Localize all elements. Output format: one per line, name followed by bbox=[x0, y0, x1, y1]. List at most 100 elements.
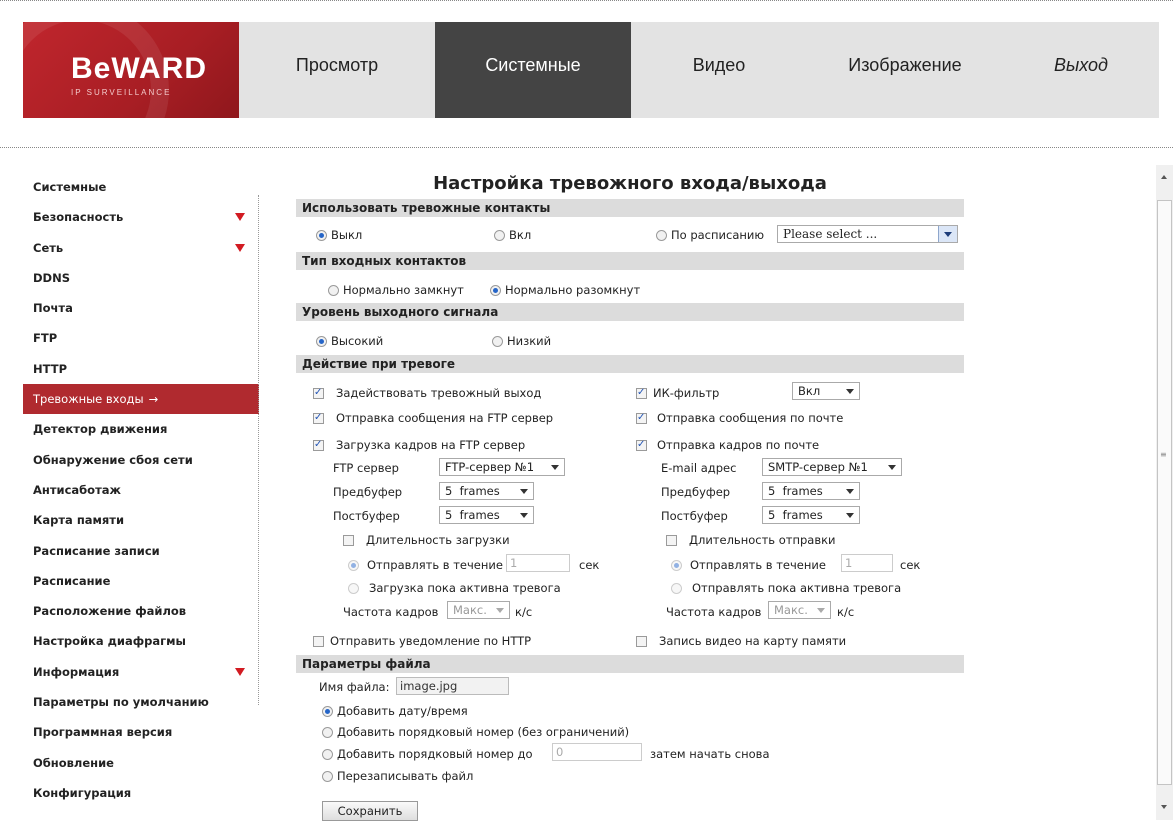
dropdown-arrow-icon[interactable] bbox=[846, 489, 854, 494]
sidebar-item-schedule[interactable]: Расписание bbox=[23, 566, 259, 596]
dropdown-arrow-icon[interactable] bbox=[938, 226, 957, 242]
radio-send-while-alarm[interactable]: Отправлять пока активна тревога bbox=[671, 580, 901, 596]
radio-level-low[interactable]: Низкий bbox=[492, 333, 551, 349]
tab-image[interactable]: Изображение bbox=[807, 22, 1003, 118]
scroll-down-icon[interactable] bbox=[1161, 805, 1167, 809]
radio-normally-open[interactable]: Нормально разомкнут bbox=[490, 282, 640, 298]
radio-button[interactable] bbox=[494, 230, 505, 241]
scroll-thumb[interactable] bbox=[1157, 200, 1172, 785]
sidebar-item-mail[interactable]: Почта bbox=[23, 293, 259, 323]
radio-button[interactable] bbox=[328, 285, 339, 296]
radio-upload-while-alarm[interactable]: Загрузка пока активна тревога bbox=[348, 580, 561, 596]
radio-add-seq-unlimited[interactable]: Добавить порядковый номер (без ограничен… bbox=[322, 724, 629, 740]
checkbox[interactable] bbox=[313, 410, 324, 426]
radio-button[interactable] bbox=[322, 771, 333, 782]
mail-prebuffer-select[interactable]: 5 frames bbox=[762, 482, 860, 500]
ftp-postbuffer-select[interactable]: 5 frames bbox=[439, 506, 534, 524]
radio-add-seq-to[interactable]: Добавить порядковый номер до bbox=[322, 746, 532, 762]
expand-caret-icon[interactable] bbox=[235, 243, 245, 252]
checkbox[interactable] bbox=[313, 385, 324, 401]
tab-view[interactable]: Просмотр bbox=[239, 22, 435, 118]
sidebar-item-iris[interactable]: Настройка диафрагмы bbox=[23, 626, 259, 656]
scroll-up-icon[interactable] bbox=[1161, 175, 1167, 179]
vertical-scrollbar[interactable]: ≡ bbox=[1156, 165, 1173, 820]
checkbox[interactable] bbox=[666, 535, 677, 546]
ir-filter-select[interactable]: Вкл bbox=[792, 382, 860, 400]
checkbox-ftp-message[interactable]: Отправка сообщения на FTP сервер bbox=[313, 410, 553, 426]
sidebar-item-ftp[interactable]: FTP bbox=[23, 323, 259, 353]
radio-button[interactable] bbox=[322, 749, 333, 760]
tab-logout[interactable]: Выход bbox=[1003, 22, 1159, 118]
checkbox[interactable] bbox=[343, 535, 354, 546]
dropdown-arrow-icon[interactable] bbox=[496, 608, 504, 613]
dropdown-arrow-icon[interactable] bbox=[551, 465, 559, 470]
radio-add-datetime[interactable]: Добавить дату/время bbox=[322, 703, 468, 719]
checkbox-mail-frames[interactable]: Отправка кадров по почте bbox=[636, 437, 819, 453]
radio-button[interactable] bbox=[316, 230, 327, 241]
ftp-prebuffer-select[interactable]: 5 frames bbox=[439, 482, 534, 500]
radio-button[interactable] bbox=[671, 560, 682, 571]
radio-contacts-off[interactable]: Выкл bbox=[316, 227, 362, 243]
radio-button[interactable] bbox=[671, 583, 682, 594]
radio-overwrite[interactable]: Перезаписывать файл bbox=[322, 768, 473, 784]
mail-frame-rate-select[interactable]: Макс. bbox=[768, 601, 831, 619]
checkbox[interactable] bbox=[636, 410, 647, 426]
expand-caret-icon[interactable] bbox=[235, 213, 245, 222]
sidebar-item-firmware[interactable]: Программная версия bbox=[23, 717, 259, 747]
radio-level-high[interactable]: Высокий bbox=[316, 333, 383, 349]
tab-video[interactable]: Видео bbox=[631, 22, 807, 118]
checkbox[interactable] bbox=[636, 636, 647, 647]
checkbox[interactable] bbox=[313, 437, 324, 453]
email-server-select[interactable]: SMTP-сервер №1 bbox=[762, 458, 902, 476]
checkbox-http-notify[interactable]: Отправить уведомление по HTTP bbox=[313, 633, 531, 649]
sidebar-item-memory-card[interactable]: Карта памяти bbox=[23, 505, 259, 535]
radio-mail-send-during[interactable]: Отправлять в течение bbox=[671, 557, 826, 573]
schedule-select[interactable]: Please select ... bbox=[777, 225, 958, 243]
seq-max-input[interactable]: 0 bbox=[552, 743, 642, 761]
ftp-frame-rate-select[interactable]: Макс. bbox=[447, 601, 510, 619]
sidebar-item-http[interactable]: HTTP bbox=[23, 354, 259, 384]
file-name-input[interactable]: image.jpg bbox=[396, 677, 509, 695]
dropdown-arrow-icon[interactable] bbox=[846, 389, 854, 394]
checkbox-sd-record[interactable]: Запись видео на карту памяти bbox=[636, 633, 846, 649]
sidebar-item-info[interactable]: Информация bbox=[23, 657, 259, 687]
sidebar-item-record-schedule[interactable]: Расписание записи bbox=[23, 536, 259, 566]
dropdown-arrow-icon[interactable] bbox=[846, 513, 854, 518]
ftp-seconds-input[interactable]: 1 bbox=[506, 554, 570, 572]
checkbox[interactable] bbox=[636, 437, 647, 453]
radio-contacts-on[interactable]: Вкл bbox=[494, 227, 531, 243]
radio-button[interactable] bbox=[316, 336, 327, 347]
sidebar-item-network-failure[interactable]: Обнаружение сбоя сети bbox=[23, 445, 259, 475]
dropdown-arrow-icon[interactable] bbox=[817, 608, 825, 613]
save-button[interactable]: Сохранить bbox=[322, 801, 418, 821]
checkbox[interactable] bbox=[313, 636, 324, 647]
tab-system[interactable]: Системные bbox=[435, 22, 631, 118]
sidebar-item-network[interactable]: Сеть bbox=[23, 233, 259, 263]
checkbox-upload-duration[interactable]: Длительность загрузки bbox=[343, 532, 510, 548]
expand-caret-icon[interactable] bbox=[235, 667, 245, 676]
radio-button[interactable] bbox=[322, 706, 333, 717]
brand-logo[interactable]: BeWARD IP SURVEILLANCE bbox=[23, 22, 239, 118]
sidebar-item-system[interactable]: Системные bbox=[23, 172, 259, 202]
sidebar-item-file-location[interactable]: Расположение файлов bbox=[23, 596, 259, 626]
checkbox-send-duration[interactable]: Длительность отправки bbox=[666, 532, 836, 548]
mail-postbuffer-select[interactable]: 5 frames bbox=[762, 506, 860, 524]
mail-seconds-input[interactable]: 1 bbox=[841, 554, 893, 572]
radio-button[interactable] bbox=[656, 230, 667, 241]
sidebar-item-update[interactable]: Обновление bbox=[23, 748, 259, 778]
checkbox-ftp-upload[interactable]: Загрузка кадров на FTP сервер bbox=[313, 437, 525, 453]
sidebar-item-motion-detector[interactable]: Детектор движения bbox=[23, 414, 259, 444]
sidebar-item-ddns[interactable]: DDNS bbox=[23, 263, 259, 293]
sidebar-item-alarm-inputs[interactable]: Тревожные входы → bbox=[23, 384, 259, 415]
radio-ftp-send-during[interactable]: Отправлять в течение bbox=[348, 557, 503, 573]
dropdown-arrow-icon[interactable] bbox=[888, 465, 896, 470]
radio-button[interactable] bbox=[492, 336, 503, 347]
radio-button[interactable] bbox=[348, 560, 359, 571]
checkbox-ir-filter[interactable]: ИК-фильтр bbox=[636, 385, 719, 401]
checkbox-mail-message[interactable]: Отправка сообщения по почте bbox=[636, 410, 843, 426]
radio-button[interactable] bbox=[490, 285, 501, 296]
dropdown-arrow-icon[interactable] bbox=[520, 489, 528, 494]
checkbox-alarm-output[interactable]: Задействовать тревожный выход bbox=[313, 385, 541, 401]
sidebar-item-security[interactable]: Безопасность bbox=[23, 202, 259, 232]
radio-normally-closed[interactable]: Нормально замкнут bbox=[328, 282, 464, 298]
